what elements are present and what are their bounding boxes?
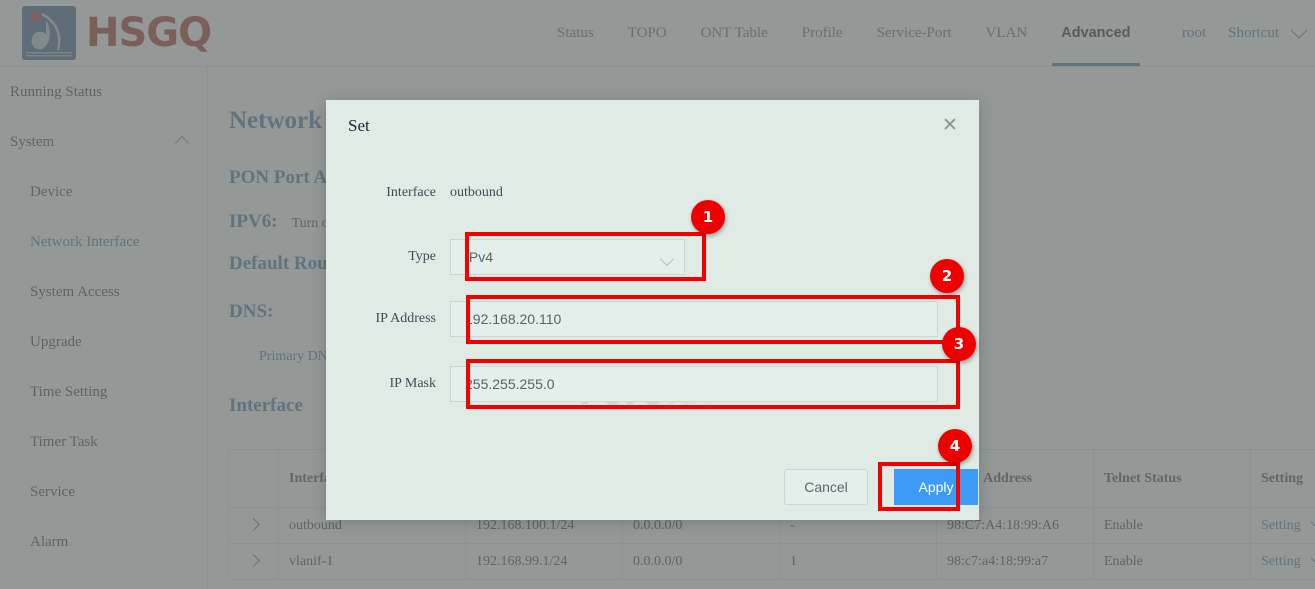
dialog-footer: Cancel Apply [784,469,978,505]
type-select[interactable]: IPv4 [450,239,685,275]
chevron-down-icon[interactable] [660,252,674,266]
field-row-ip-mask: IP Mask 255.255.255.0 [326,366,938,402]
type-select-value: IPv4 [465,249,493,265]
cancel-button[interactable]: Cancel [784,469,868,505]
field-row-interface: Interface outbound [326,185,746,201]
field-row-ip-address: IP Address 192.168.20.110 [326,301,938,337]
interface-label: Interface [326,185,450,201]
dialog-title: Set [348,116,370,136]
apply-button[interactable]: Apply [894,469,978,505]
set-interface-dialog: Set ✕ ForoISP Interface outbound Type IP… [326,100,979,520]
ip-address-label: IP Address [326,311,450,327]
type-label: Type [326,249,450,265]
annotation-badge-2: 2 [930,259,964,293]
annotation-badge-4: 4 [938,429,972,463]
annotation-badge-3: 3 [942,327,976,361]
ip-mask-value: 255.255.255.0 [465,376,555,392]
annotation-badge-1: 1 [691,200,725,234]
ip-mask-input[interactable]: 255.255.255.0 [450,366,938,402]
ip-address-input[interactable]: 192.168.20.110 [450,301,938,337]
close-icon[interactable]: ✕ [939,114,961,136]
interface-value: outbound [450,185,503,201]
ip-mask-label: IP Mask [326,376,450,392]
field-row-type: Type IPv4 [326,239,685,275]
ip-address-value: 192.168.20.110 [465,311,561,327]
